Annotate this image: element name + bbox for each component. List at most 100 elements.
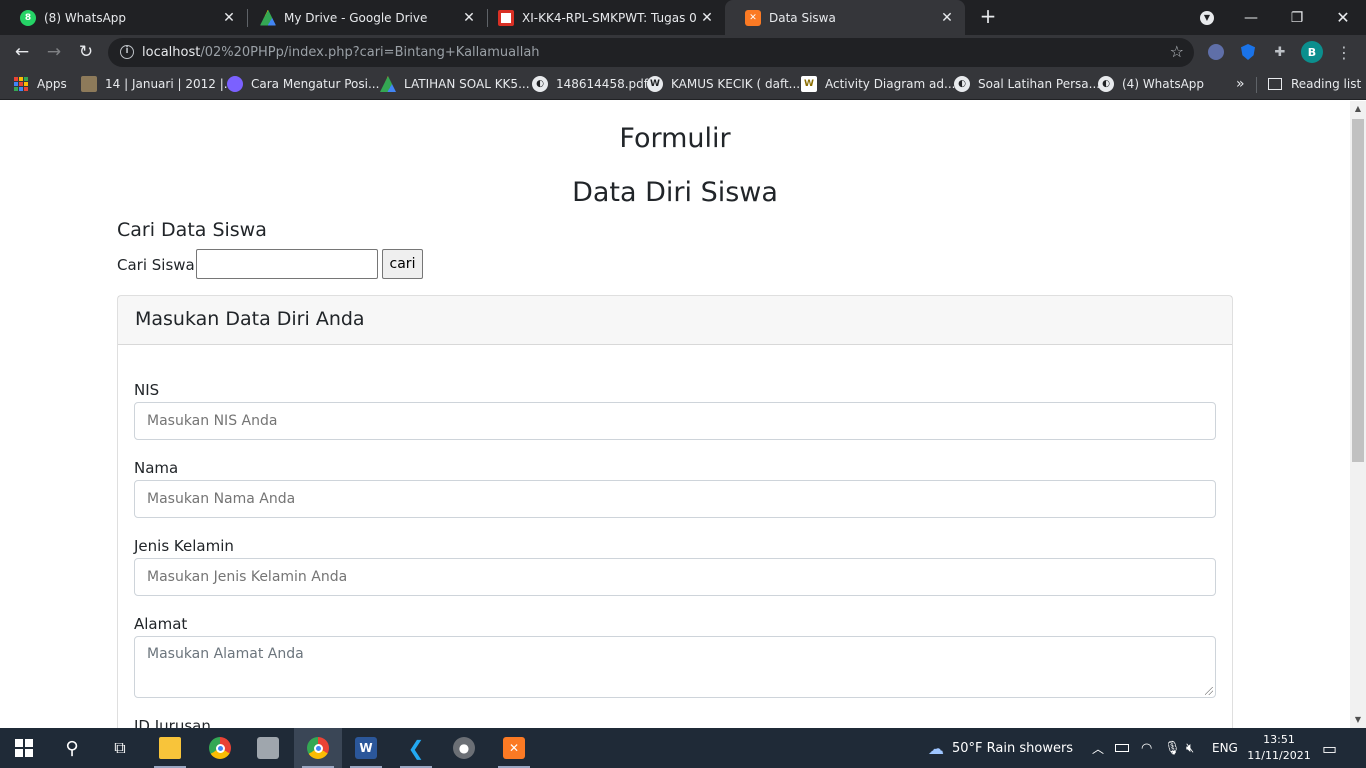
google-drive-icon bbox=[260, 9, 276, 26]
file-explorer-icon[interactable] bbox=[146, 728, 194, 768]
microphone-icon[interactable]: 🎙︎ bbox=[1164, 728, 1181, 768]
apps-grid-icon bbox=[14, 77, 28, 91]
bookmark-pdf[interactable]: ◐ 148614458.pdf bbox=[532, 76, 648, 92]
battery-icon[interactable] bbox=[1115, 728, 1129, 768]
weather-widget[interactable]: ☁ 50°F Rain showers bbox=[928, 728, 1073, 768]
page-scrollbar[interactable]: ▲ ▼ bbox=[1350, 101, 1366, 728]
bookmarks-bar: Apps 14 | Januari | 2012 |... Cara Menga… bbox=[0, 69, 1366, 100]
vscode-icon[interactable]: ❮ bbox=[392, 728, 440, 768]
bookmark-divider bbox=[1256, 77, 1257, 93]
bookmark-cara-mengatur[interactable]: Cara Mengatur Posi... bbox=[227, 76, 379, 92]
search-heading: Cari Data Siswa bbox=[117, 219, 267, 241]
bookmark-apps[interactable]: Apps bbox=[14, 76, 67, 92]
whatsapp-icon: 8 bbox=[20, 9, 36, 26]
globe-icon: ◐ bbox=[532, 76, 548, 92]
image-icon bbox=[81, 76, 97, 92]
bookmark-latihan-soal[interactable]: LATIHAN SOAL KK5... bbox=[380, 76, 530, 92]
scroll-down-icon[interactable]: ▼ bbox=[1350, 712, 1366, 728]
search-input[interactable] bbox=[196, 249, 378, 279]
tab-classroom[interactable]: XI-KK4-RPL-SMKPWT: Tugas 07 : ✕ bbox=[478, 0, 725, 35]
language-indicator[interactable]: ENG bbox=[1212, 728, 1238, 768]
xampp-icon[interactable]: ✕ bbox=[490, 728, 538, 768]
globe-icon: ◐ bbox=[1098, 76, 1114, 92]
page-content: Formulir Data Diri Siswa Cari Data Siswa… bbox=[0, 101, 1350, 728]
extensions-puzzle-icon[interactable]: ✚ bbox=[1270, 42, 1290, 62]
reading-list-button[interactable]: Reading list bbox=[1268, 76, 1361, 92]
new-tab-button[interactable]: + bbox=[977, 5, 999, 29]
resize-handle-icon[interactable] bbox=[1205, 687, 1213, 695]
close-window-icon[interactable]: ✕ bbox=[1320, 0, 1366, 35]
xampp-icon: ✕ bbox=[745, 9, 761, 26]
clock-time: 13:51 bbox=[1263, 733, 1295, 746]
extension-cursor-icon[interactable] bbox=[1206, 42, 1226, 62]
jenis-kelamin-input[interactable] bbox=[134, 558, 1216, 596]
alamat-textarea[interactable]: Masukan Alamat Anda bbox=[134, 636, 1216, 698]
site-icon: W bbox=[801, 76, 817, 92]
show-hidden-icons-icon[interactable]: ︿ bbox=[1092, 728, 1104, 768]
chrome-icon[interactable] bbox=[196, 728, 244, 768]
google-drive-icon bbox=[380, 76, 396, 92]
browser-toolbar: ← → ↻ i localhost/02%20PHPp/index.php?ca… bbox=[0, 35, 1366, 69]
tab-google-drive[interactable]: My Drive - Google Drive ✕ bbox=[240, 0, 487, 35]
scrollbar-thumb[interactable] bbox=[1352, 119, 1364, 462]
tab-data-siswa[interactable]: ✕ Data Siswa ✕ bbox=[725, 0, 965, 35]
close-tab-icon[interactable]: ✕ bbox=[697, 10, 717, 26]
back-icon[interactable]: ← bbox=[9, 39, 35, 65]
site-info-icon[interactable]: i bbox=[120, 45, 134, 59]
bookmarks-overflow-icon[interactable]: » bbox=[1236, 76, 1245, 92]
extension-shield-icon[interactable] bbox=[1238, 42, 1258, 62]
restore-icon[interactable]: ❐ bbox=[1274, 0, 1320, 35]
reload-icon[interactable]: ↻ bbox=[73, 39, 99, 65]
scroll-up-icon[interactable]: ▲ bbox=[1350, 101, 1366, 117]
nis-label: NIS bbox=[134, 381, 160, 399]
profile-avatar[interactable]: B bbox=[1301, 41, 1323, 63]
chrome-profile-icon[interactable] bbox=[294, 728, 342, 768]
task-view-icon[interactable]: ⧉ bbox=[96, 728, 144, 768]
id-jurusan-label: ID Jurusan bbox=[134, 717, 211, 728]
storage-app-icon[interactable] bbox=[244, 728, 292, 768]
close-tab-icon[interactable]: ✕ bbox=[219, 10, 239, 26]
clock-date: 11/11/2021 bbox=[1247, 749, 1311, 762]
card-title: Masukan Data Diri Anda bbox=[135, 308, 365, 330]
system-clock[interactable]: 13:51 11/11/2021 bbox=[1244, 732, 1314, 764]
rain-cloud-icon: ☁ bbox=[928, 738, 944, 758]
alamat-placeholder: Masukan Alamat Anda bbox=[147, 646, 304, 662]
bookmark-activity-diagram[interactable]: W Activity Diagram ad... bbox=[801, 76, 955, 92]
bookmark-januari[interactable]: 14 | Januari | 2012 |... bbox=[81, 76, 235, 92]
bookmark-kamus-kecik[interactable]: W KAMUS KECIK ( daft... bbox=[647, 76, 800, 92]
bookmark-whatsapp[interactable]: ◐ (4) WhatsApp bbox=[1098, 76, 1204, 92]
menu-kebab-icon[interactable]: ⋮ bbox=[1334, 42, 1354, 62]
reading-list-icon bbox=[1268, 78, 1282, 90]
nama-input[interactable] bbox=[134, 480, 1216, 518]
search-button[interactable]: cari bbox=[382, 249, 423, 279]
minimize-icon[interactable]: — bbox=[1228, 0, 1274, 35]
close-tab-icon[interactable]: ✕ bbox=[937, 10, 957, 26]
close-tab-icon[interactable]: ✕ bbox=[459, 10, 479, 26]
url-text[interactable]: localhost/02%20PHPp/index.php?cari=Binta… bbox=[142, 45, 540, 60]
camera-app-icon[interactable]: ● bbox=[440, 728, 488, 768]
address-bar[interactable]: i localhost/02%20PHPp/index.php?cari=Bin… bbox=[108, 38, 1194, 67]
wifi-icon[interactable]: ◠ bbox=[1141, 728, 1152, 768]
word-icon[interactable]: W bbox=[342, 728, 390, 768]
search-label: Cari Siswa: bbox=[117, 256, 200, 274]
windows-taskbar: ⚲ ⧉ W ❮ ● ✕ ☁ 50°F Rain showers ︿ ◠ 🎙︎ 🔇… bbox=[0, 728, 1366, 768]
tab-whatsapp[interactable]: 8 (8) WhatsApp ✕ bbox=[0, 0, 247, 35]
search-icon[interactable]: ⚲ bbox=[48, 728, 96, 768]
url-path: /02%20PHPp/index.php?cari=Bintang+Kallam… bbox=[200, 45, 540, 60]
nama-label: Nama bbox=[134, 459, 179, 477]
bookmark-soal-latihan[interactable]: ◐ Soal Latihan Persa... bbox=[954, 76, 1100, 92]
start-windows-icon[interactable] bbox=[0, 728, 48, 768]
jenis-kelamin-label: Jenis Kelamin bbox=[134, 537, 234, 555]
alamat-label: Alamat bbox=[134, 615, 188, 633]
card-header: Masukan Data Diri Anda bbox=[118, 296, 1232, 345]
tab-search-icon[interactable]: ▼ bbox=[1184, 0, 1230, 35]
bookmark-star-icon[interactable]: ☆ bbox=[1170, 42, 1184, 61]
notification-icon[interactable]: ▭ bbox=[1322, 728, 1337, 768]
page-title: Formulir bbox=[619, 123, 731, 154]
page-subtitle: Data Diri Siswa bbox=[572, 177, 778, 208]
url-host: localhost bbox=[142, 45, 201, 60]
nis-input[interactable] bbox=[134, 402, 1216, 440]
globe-icon: ◐ bbox=[954, 76, 970, 92]
volume-muted-icon[interactable]: 🔇︎ bbox=[1186, 728, 1194, 768]
forward-icon[interactable]: → bbox=[41, 39, 67, 65]
